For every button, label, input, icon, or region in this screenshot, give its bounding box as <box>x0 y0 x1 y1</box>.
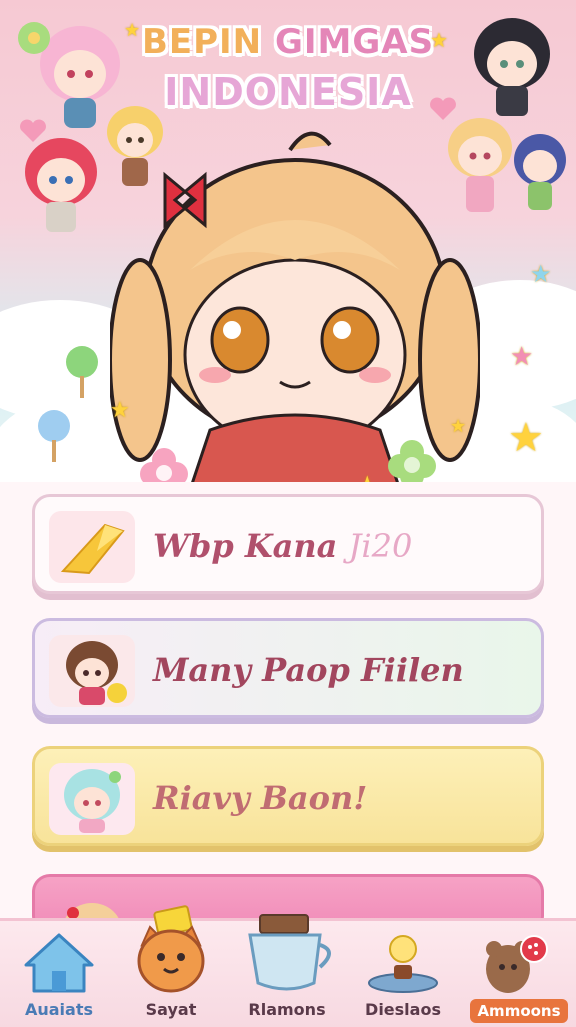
red-hair-chibi <box>25 138 97 232</box>
star-icon: ★ <box>430 28 448 52</box>
star-icon: ★ <box>450 416 467 437</box>
home-icon <box>24 933 94 993</box>
lollipop-icon <box>66 346 98 398</box>
crystal-gem-icon <box>49 511 135 583</box>
bottom-tab-bar: Auaiats Sayat Rlamons Dieslaos Ammoons <box>0 905 576 1027</box>
lollipop-icon <box>38 410 70 462</box>
main-character <box>110 131 480 482</box>
star-icon: ★ <box>352 472 382 482</box>
bear-icon <box>486 935 548 993</box>
cat-face-icon <box>137 905 205 993</box>
teacup-icon <box>248 914 331 991</box>
menu-card-2[interactable]: Many Paop Fiilen <box>32 618 544 718</box>
star-icon: ★ <box>110 398 130 423</box>
tab-home[interactable]: Auaiats <box>4 921 114 1027</box>
tab-label: Sayat <box>145 1000 197 1019</box>
star-icon: ★ <box>510 342 534 372</box>
menu-card-list: Wbp Kana Ji20 Many Paop Fiilen Riavy Bao… <box>0 482 576 959</box>
mint-hair-chibi-avatar <box>49 763 135 835</box>
tab-label: Dieslaos <box>365 1000 441 1019</box>
star-icon: ★ <box>508 415 544 461</box>
tab-sayat[interactable]: Sayat <box>116 905 226 1027</box>
flower-icon <box>18 22 50 54</box>
tab-label: Ammoons <box>477 1002 561 1020</box>
heart-icon <box>20 119 46 142</box>
tab-rlamons[interactable]: Rlamons <box>232 914 342 1027</box>
menu-card-1[interactable]: Wbp Kana Ji20 <box>32 494 544 594</box>
notification-badge <box>520 935 548 963</box>
menu-card-label: Wbp Kana Ji20 <box>153 527 413 565</box>
tab-ammoons[interactable]: Ammoons <box>464 921 574 1027</box>
hero-banner: BEPIN GIMGAS INDONESIA ★ ★ ★ ★ ★ ★ ★ <box>0 0 576 482</box>
tab-label: Auaiats <box>24 1000 94 1019</box>
menu-card-label: Riavy Baon! <box>153 779 368 817</box>
blue-hair-chibi <box>514 134 566 210</box>
lamp-icon <box>368 935 438 993</box>
dark-hair-chibi <box>474 18 550 116</box>
star-icon: ★ <box>124 20 141 41</box>
menu-card-label: Many Paop Fiilen <box>153 651 464 689</box>
brown-hair-chibi-avatar <box>49 635 135 707</box>
tab-dieslaos[interactable]: Dieslaos <box>348 921 458 1027</box>
flower-icon <box>388 440 436 482</box>
menu-card-3[interactable]: Riavy Baon! <box>32 746 544 846</box>
star-icon: ★ <box>530 260 552 288</box>
heart-icon <box>430 97 456 120</box>
flower-icon <box>140 448 188 482</box>
tab-label: Rlamons <box>248 1000 326 1019</box>
